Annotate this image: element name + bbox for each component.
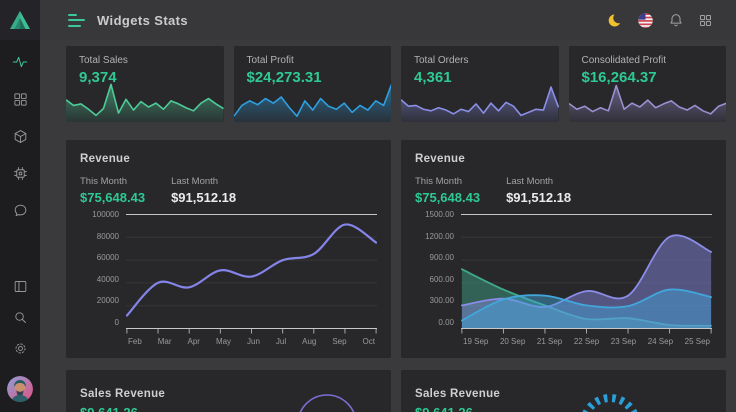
gear-icon — [13, 341, 28, 356]
sparkline-chart — [234, 80, 392, 122]
last-month-label: Last Month — [171, 176, 236, 187]
sparkline-chart — [66, 80, 224, 122]
stat-card-total-orders[interactable]: Total Orders 4,361 — [401, 46, 559, 122]
plot-area[interactable] — [126, 214, 377, 330]
this-month-value: $75,648.43 — [80, 190, 145, 205]
revenue-card-daily: Revenue This Month $75,648.43 Last Month… — [401, 140, 726, 358]
stat-label: Total Sales — [79, 55, 224, 66]
user-avatar[interactable] — [7, 376, 33, 402]
card-title: Sales Revenue — [80, 388, 377, 400]
sparkline-chart — [401, 80, 559, 122]
stat-label: Total Orders — [414, 55, 559, 66]
sidebar-item-activity[interactable] — [12, 54, 28, 70]
sidebar-item-packages[interactable] — [12, 128, 28, 144]
sidebar-item-settings[interactable] — [12, 340, 28, 356]
stat-cards-row: Total Sales 9,374 Total Profit $24,273.3… — [66, 46, 726, 122]
dark-mode-toggle[interactable] — [607, 12, 624, 29]
card-title: Sales Revenue — [415, 388, 712, 400]
sidebar — [0, 0, 40, 412]
sidebar-item-system[interactable] — [12, 165, 28, 181]
revenue-card-monthly: Revenue This Month $75,648.43 Last Month… — [66, 140, 391, 358]
area-chart: 1500.00 1200.00 900.00 600.00 300.00 0.0… — [415, 214, 712, 346]
bell-icon — [668, 12, 684, 28]
apps-menu-button[interactable] — [697, 12, 714, 29]
triangle-logo-icon — [9, 10, 31, 30]
stat-card-total-sales[interactable]: Total Sales 9,374 — [66, 46, 224, 122]
this-month-value: $75,648.43 — [415, 190, 480, 205]
stat-label: Consolidated Profit — [582, 55, 727, 66]
sales-revenue-card-right: Sales Revenue $9,641.26 — [401, 370, 726, 412]
header-actions — [607, 12, 714, 29]
stat-label: Total Profit — [247, 55, 392, 66]
box-package-icon — [13, 129, 28, 144]
card-title: Revenue — [80, 153, 377, 165]
stat-card-consolidated-profit[interactable]: Consolidated Profit $16,264.37 — [569, 46, 727, 122]
activity-pulse-icon — [12, 54, 28, 70]
x-axis-labels: Feb Mar Apr May Jun Jul Aug Sep Oct — [126, 337, 377, 346]
notifications-button[interactable] — [667, 12, 684, 29]
sales-revenue-value: $9,641.26 — [80, 405, 377, 412]
sidebar-item-messages[interactable] — [12, 202, 28, 218]
revenue-stats: This Month $75,648.43 Last Month $91,512… — [415, 176, 712, 205]
x-axis-labels: 19 Sep 20 Sep 21 Sep 22 Sep 23 Sep 24 Se… — [461, 337, 712, 346]
hamburger-menu-icon[interactable] — [68, 14, 85, 27]
stat-card-total-profit[interactable]: Total Profit $24,273.31 — [234, 46, 392, 122]
revenue-stats: This Month $75,648.43 Last Month $91,512… — [80, 176, 377, 205]
card-title: Revenue — [415, 153, 712, 165]
layout-panel-icon — [13, 279, 28, 294]
app-logo[interactable] — [0, 0, 40, 40]
main-content: Total Sales 9,374 Total Profit $24,273.3… — [40, 40, 736, 412]
language-selector[interactable] — [637, 12, 654, 29]
moon-icon — [607, 12, 624, 29]
revenue-cards-row: Revenue This Month $75,648.43 Last Month… — [66, 140, 726, 358]
sales-revenue-value: $9,641.26 — [415, 405, 712, 412]
plot-area[interactable] — [461, 214, 712, 330]
this-month-label: This Month — [415, 176, 480, 187]
avatar-image — [7, 376, 33, 402]
sidebar-bottom-group — [12, 278, 28, 356]
top-header: Widgets Stats — [40, 0, 736, 40]
chat-bubble-icon — [13, 203, 28, 218]
grid-apps-icon — [698, 13, 713, 28]
y-axis-labels: 100000 80000 60000 40000 20000 0 — [80, 211, 126, 327]
sparkline-chart — [569, 80, 727, 122]
sidebar-top-group — [12, 54, 28, 218]
sidebar-item-layout[interactable] — [12, 278, 28, 294]
grid-dashboard-icon — [13, 92, 28, 107]
last-month-label: Last Month — [506, 176, 571, 187]
page-title: Widgets Stats — [97, 13, 188, 28]
this-month-label: This Month — [80, 176, 145, 187]
us-flag-icon — [637, 12, 654, 29]
last-month-value: $91,512.18 — [171, 190, 236, 205]
search-icon — [13, 310, 28, 325]
sidebar-item-search[interactable] — [12, 309, 28, 325]
line-chart: 100000 80000 60000 40000 20000 0 Feb Mar… — [80, 214, 377, 346]
sidebar-item-dashboard[interactable] — [12, 91, 28, 107]
last-month-value: $91,512.18 — [506, 190, 571, 205]
cpu-chip-icon — [13, 166, 28, 181]
y-axis-labels: 1500.00 1200.00 900.00 600.00 300.00 0.0… — [415, 211, 461, 327]
sales-revenue-card-left: Sales Revenue $9,641.26 — [66, 370, 391, 412]
sales-revenue-row: Sales Revenue $9,641.26 Sales Revenue $9… — [66, 370, 726, 412]
